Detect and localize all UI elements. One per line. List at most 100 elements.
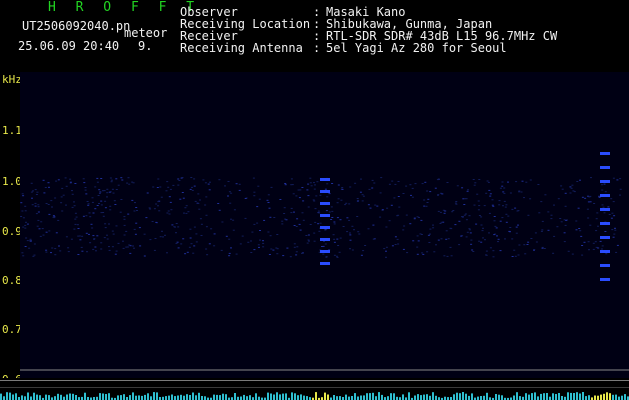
noise-speck xyxy=(110,179,113,181)
noise-speck xyxy=(283,207,286,209)
noise-speck xyxy=(34,202,37,204)
noise-speck xyxy=(62,194,65,196)
noise-speck xyxy=(447,238,450,240)
noise-speck xyxy=(559,218,562,219)
noise-speck xyxy=(281,223,284,225)
noise-speck xyxy=(117,184,120,186)
amplitude-bar xyxy=(249,395,251,400)
amplitude-bar xyxy=(453,394,455,400)
noise-speck xyxy=(346,217,349,219)
noise-speck xyxy=(571,253,574,255)
noise-speck xyxy=(337,184,340,186)
noise-speck xyxy=(193,226,196,228)
noise-speck xyxy=(166,212,169,214)
noise-speck xyxy=(61,210,64,212)
noise-speck xyxy=(122,240,124,242)
noise-speck xyxy=(396,215,399,217)
noise-speck xyxy=(143,255,146,257)
noise-speck xyxy=(464,198,466,200)
noise-speck xyxy=(286,247,289,249)
noise-speck xyxy=(33,254,36,256)
noise-speck xyxy=(501,181,504,183)
noise-speck xyxy=(602,206,605,208)
noise-speck xyxy=(205,196,208,198)
noise-speck xyxy=(299,189,302,191)
noise-speck xyxy=(78,235,81,237)
noise-speck xyxy=(385,250,387,252)
noise-speck xyxy=(318,230,321,232)
noise-speck xyxy=(37,204,40,206)
noise-speck xyxy=(123,224,126,226)
antenna-value: 5el Yagi Az 280 for Seoul xyxy=(326,41,507,55)
noise-speck xyxy=(394,236,397,238)
noise-speck xyxy=(410,194,412,196)
noise-speck xyxy=(473,184,476,186)
signal-blip xyxy=(600,278,610,281)
noise-speck xyxy=(104,200,107,202)
noise-speck xyxy=(174,226,176,228)
noise-speck xyxy=(279,199,282,200)
noise-speck xyxy=(527,214,530,216)
amplitude-bar xyxy=(324,392,326,400)
noise-speck xyxy=(167,186,170,188)
noise-speck xyxy=(258,198,261,200)
noise-speck xyxy=(362,250,365,252)
noise-speck xyxy=(599,240,602,242)
noise-speck xyxy=(53,217,56,219)
noise-speck xyxy=(45,231,48,233)
amplitude-bar xyxy=(456,392,458,400)
noise-speck xyxy=(30,182,33,184)
noise-speck xyxy=(402,229,405,231)
noise-speck xyxy=(573,191,576,193)
noise-speck xyxy=(149,239,152,241)
noise-speck xyxy=(467,189,469,191)
noise-speck xyxy=(205,214,208,216)
amplitude-bar xyxy=(381,394,383,400)
noise-speck xyxy=(402,193,405,194)
noise-speck xyxy=(74,223,77,225)
noise-speck xyxy=(309,224,312,225)
noise-speck xyxy=(313,188,316,190)
noise-speck xyxy=(106,196,108,198)
y-unit-label: kHz xyxy=(2,73,22,86)
noise-speck xyxy=(99,191,102,193)
amplitude-bar xyxy=(393,393,395,400)
noise-speck xyxy=(135,207,138,208)
noise-speck xyxy=(39,235,42,237)
noise-speck xyxy=(477,200,480,202)
noise-speck xyxy=(302,219,305,221)
noise-speck xyxy=(104,223,107,225)
noise-speck xyxy=(282,255,285,257)
noise-speck xyxy=(169,201,172,203)
signal-blip xyxy=(600,222,610,225)
noise-speck xyxy=(133,210,136,212)
noise-speck xyxy=(432,227,435,229)
noise-speck xyxy=(560,221,563,223)
noise-speck xyxy=(394,183,397,185)
signal-blip xyxy=(320,238,330,241)
signal-blip xyxy=(600,152,610,155)
noise-speck xyxy=(416,235,419,237)
noise-speck xyxy=(393,197,396,199)
noise-speck xyxy=(443,255,446,257)
noise-speck xyxy=(106,234,108,236)
noise-speck xyxy=(218,209,221,211)
amplitude-bar xyxy=(213,394,215,400)
noise-speck xyxy=(517,254,520,256)
noise-speck xyxy=(579,179,581,181)
noise-speck xyxy=(613,215,616,217)
noise-speck xyxy=(493,220,496,222)
noise-speck xyxy=(533,249,536,250)
noise-speck xyxy=(32,190,34,192)
noise-speck xyxy=(74,183,77,184)
noise-speck xyxy=(90,223,93,225)
noise-speck xyxy=(165,190,168,192)
noise-speck xyxy=(284,183,287,184)
noise-speck xyxy=(156,187,159,188)
noise-speck xyxy=(106,192,109,194)
amplitude-bar xyxy=(171,394,173,400)
noise-speck xyxy=(108,223,110,225)
noise-speck xyxy=(82,178,85,180)
noise-speck xyxy=(139,245,142,247)
noise-speck xyxy=(295,251,298,253)
